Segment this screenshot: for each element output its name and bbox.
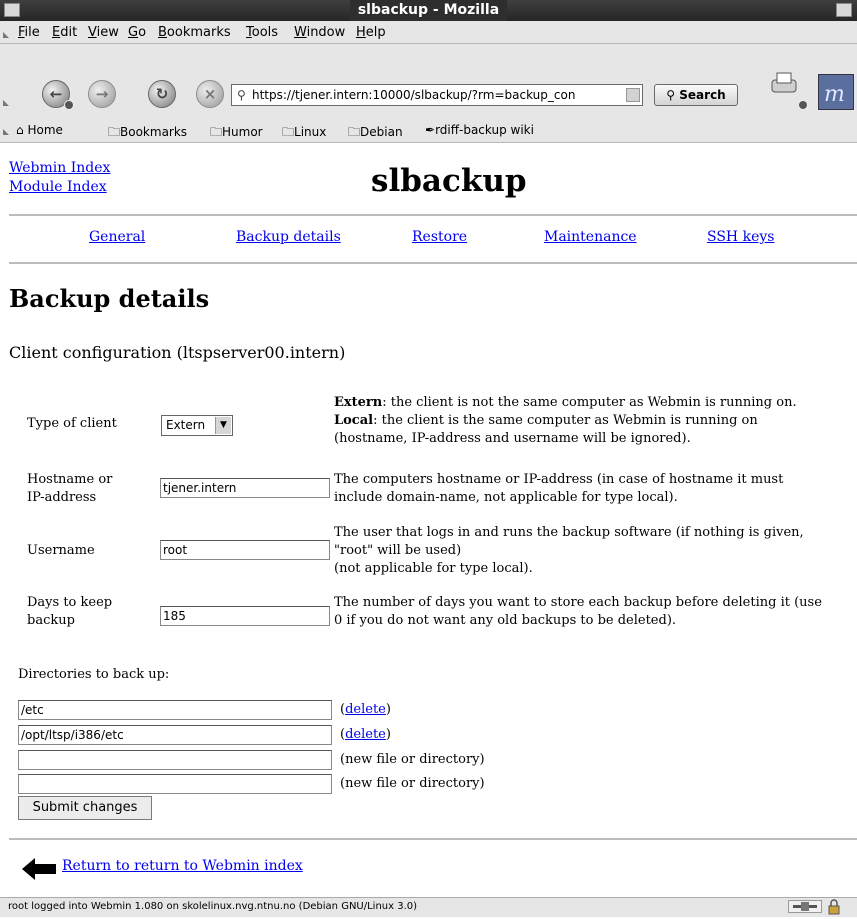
stop-icon[interactable]: ×	[196, 80, 224, 108]
folder-icon: 🗀	[210, 125, 223, 139]
bookmark-home[interactable]: ⌂ Home	[16, 123, 63, 137]
chevron-down-icon: ▼	[215, 417, 231, 434]
hostname-label: Hostname or IP-address	[27, 472, 113, 505]
menu-tools[interactable]: Tools	[246, 25, 278, 40]
reload-icon[interactable]: ↻	[148, 80, 176, 108]
webmin-index-link[interactable]: Webmin Index	[9, 160, 110, 176]
page-heading: Backup details	[9, 284, 210, 313]
window-title-bar: slbackup - Mozilla	[0, 0, 857, 21]
type-of-client-label: Type of client	[27, 416, 117, 431]
submit-changes-button[interactable]: Submit changes	[18, 796, 152, 820]
navigation-toolbar	[0, 44, 857, 119]
tab-backup-details[interactable]: Backup details	[236, 229, 341, 245]
days-to-keep-description: The number of days you want to store eac…	[334, 595, 822, 628]
url-bar[interactable]: ⚲ https://tjener.intern:10000/slbackup/?…	[231, 84, 643, 106]
bookmarks-grip-icon[interactable]	[3, 129, 9, 135]
folder-icon: 🗀	[108, 125, 121, 139]
menu-window[interactable]: Window	[294, 25, 345, 40]
footer-divider	[9, 838, 857, 840]
return-to-webmin-index-link[interactable]: Return to return to Webmin index	[62, 858, 303, 874]
folder-icon: 🗀	[282, 125, 295, 139]
status-text: root logged into Webmin 1.080 on skoleli…	[8, 901, 418, 912]
header-divider	[9, 214, 857, 216]
directories-label: Directories to back up:	[18, 667, 170, 682]
bookmark-folder-bookmarks[interactable]: 🗀Bookmarks	[108, 123, 187, 144]
delete-link[interactable]: delete	[345, 702, 386, 717]
folder-icon: 🗀	[348, 125, 361, 139]
directory-field[interactable]: /etc	[18, 700, 332, 720]
directory-field[interactable]: /opt/ltsp/i386/etc	[18, 725, 332, 745]
menu-help[interactable]: Help	[356, 25, 386, 40]
tab-general[interactable]: General	[89, 229, 145, 245]
menu-bookmarks[interactable]: Bookmarks	[158, 25, 231, 40]
status-bar: root logged into Webmin 1.080 on skoleli…	[0, 897, 857, 917]
tabs-divider	[9, 262, 857, 264]
menu-file[interactable]: File	[18, 25, 40, 40]
window-menu-button[interactable]	[4, 3, 20, 17]
directory-row-action: (delete)	[340, 702, 391, 717]
navbar-grip-icon[interactable]	[3, 100, 9, 106]
new-directory-field[interactable]	[18, 774, 332, 794]
forward-icon[interactable]: →	[88, 80, 116, 108]
url-history-dropdown-icon[interactable]	[626, 88, 640, 102]
svg-text:m: m	[824, 82, 845, 107]
bookmark-icon: ✒	[425, 123, 436, 137]
type-of-client-select[interactable]: Extern ▼	[161, 415, 233, 436]
window-title: slbackup - Mozilla	[349, 0, 508, 21]
module-title: slbackup	[371, 163, 527, 199]
lock-icon[interactable]	[826, 899, 842, 915]
type-of-client-description: Extern: the client is not the same compu…	[334, 395, 797, 446]
hostname-field[interactable]: tjener.intern	[160, 478, 330, 498]
menu-go[interactable]: Go	[128, 25, 146, 40]
search-icon: ⚲	[666, 88, 676, 102]
url-text: https://tjener.intern:10000/slbackup/?rm…	[252, 88, 576, 102]
url-bar-site-icon: ⚲	[237, 88, 246, 102]
bookmark-folder-linux[interactable]: 🗀Linux	[282, 123, 326, 144]
search-button[interactable]: ⚲ Search	[654, 84, 738, 106]
window-maximize-button[interactable]	[836, 3, 852, 17]
menu-edit[interactable]: Edit	[52, 25, 77, 40]
bookmark-folder-debian[interactable]: 🗀Debian	[348, 123, 403, 144]
tab-maintenance[interactable]: Maintenance	[544, 229, 637, 245]
bookmark-rdiff-backup-wiki[interactable]: ✒rdiff-backup wiki	[425, 123, 534, 137]
username-field[interactable]: root	[160, 540, 330, 560]
days-to-keep-field[interactable]: 185	[160, 606, 330, 626]
menubar-grip-icon[interactable]	[3, 32, 9, 38]
new-directory-hint: (new file or directory)	[340, 752, 485, 767]
print-dropdown-icon[interactable]	[798, 100, 808, 110]
home-icon: ⌂	[16, 123, 24, 137]
days-to-keep-label: Days to keep backup	[27, 595, 113, 628]
mozilla-throbber-icon: m	[818, 74, 854, 110]
back-arrow-icon[interactable]	[22, 858, 56, 880]
username-description: The user that logs in and runs the backu…	[334, 525, 804, 576]
print-icon[interactable]	[768, 70, 802, 98]
new-directory-hint: (new file or directory)	[340, 776, 485, 791]
menu-view[interactable]: View	[88, 25, 119, 40]
module-index-link[interactable]: Module Index	[9, 179, 107, 195]
back-dropdown-icon[interactable]	[64, 100, 74, 110]
tab-ssh-keys[interactable]: SSH keys	[707, 229, 774, 245]
section-heading: Client configuration (ltspserver00.inter…	[9, 343, 346, 362]
online-status-icon[interactable]	[788, 900, 822, 913]
bookmark-folder-humor[interactable]: 🗀Humor	[210, 123, 263, 144]
tab-restore[interactable]: Restore	[412, 229, 467, 245]
directory-row-action: (delete)	[340, 727, 391, 742]
type-of-client-value: Extern	[166, 418, 206, 432]
username-label: Username	[27, 543, 95, 558]
delete-link[interactable]: delete	[345, 727, 386, 742]
new-directory-field[interactable]	[18, 750, 332, 770]
hostname-description: The computers hostname or IP-address (in…	[334, 472, 784, 505]
